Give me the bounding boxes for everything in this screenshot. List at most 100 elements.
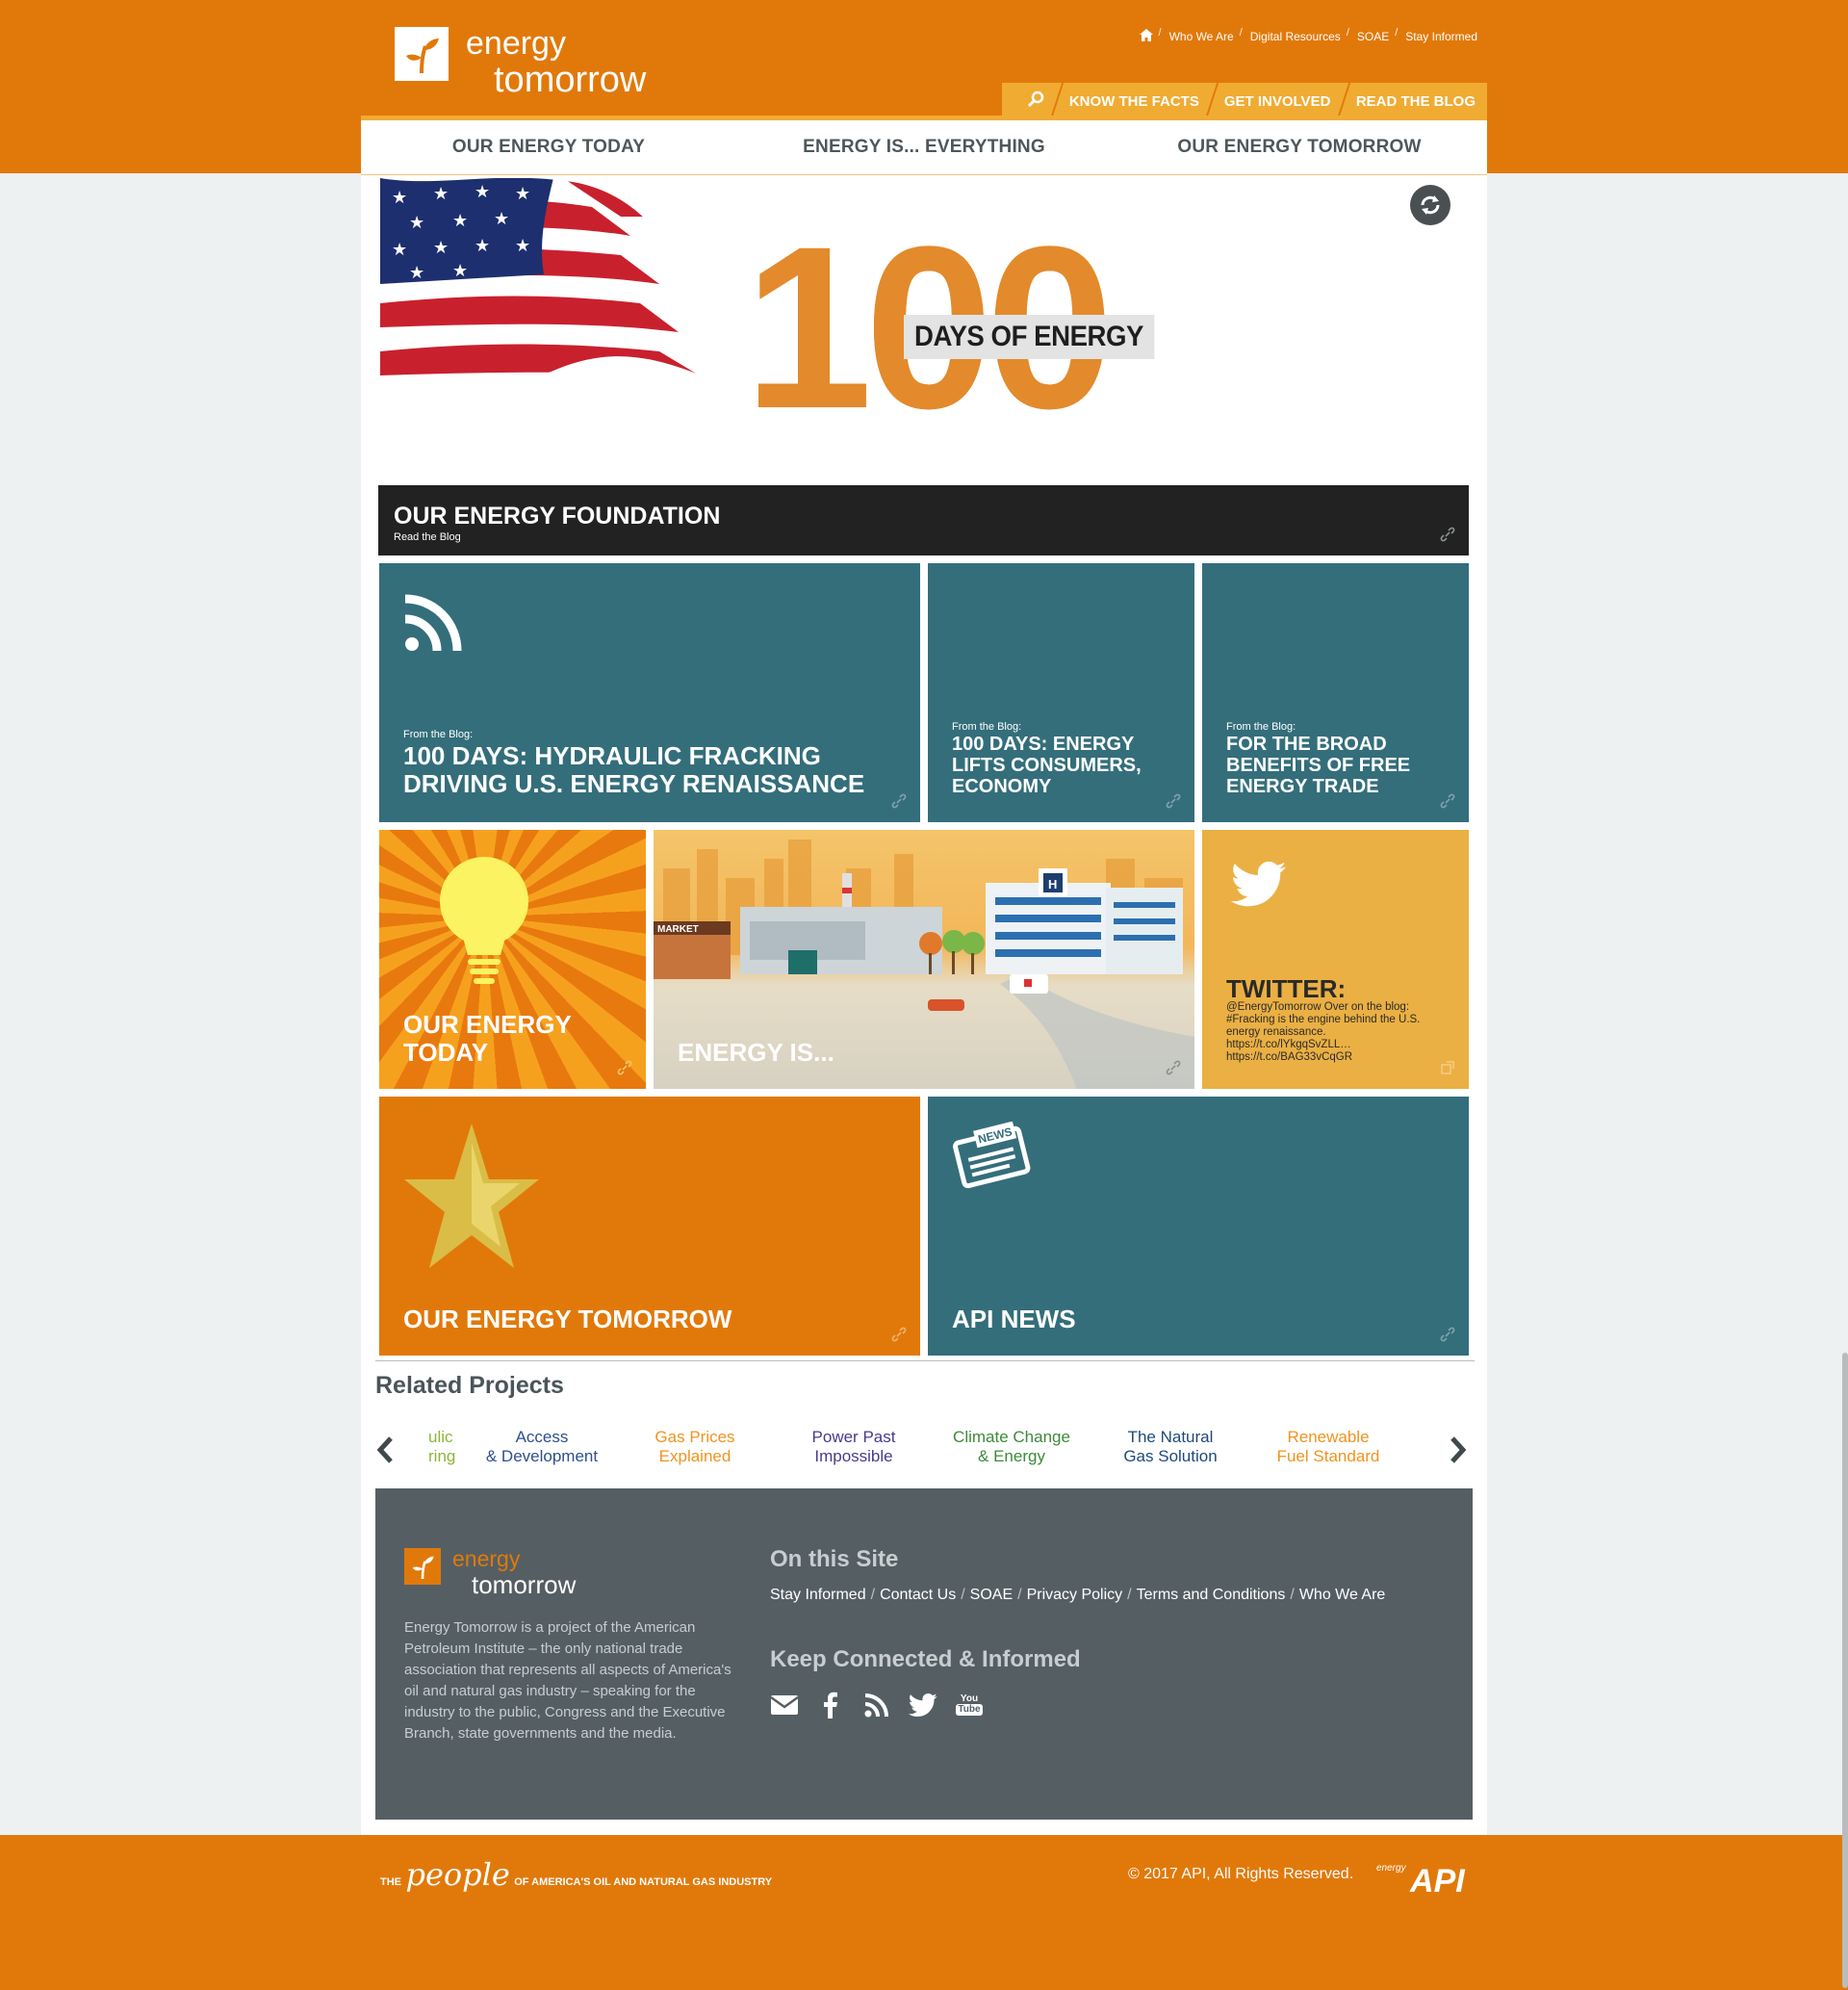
related-projects-title: Related Projects bbox=[375, 1372, 564, 1399]
blog-tile-title-line1: 100 DAYS: ENERGY bbox=[952, 734, 1135, 755]
footer-logo-line1: energy bbox=[452, 1546, 521, 1571]
related-item-renewable-fuel-standard[interactable]: Renewable Fuel Standard bbox=[1266, 1428, 1391, 1466]
util-link-digital-resources[interactable]: Digital Resources bbox=[1250, 30, 1341, 43]
footer-link-stay-informed[interactable]: Stay Informed bbox=[770, 1587, 866, 1603]
tile-twitter[interactable]: TWITTER: @EnergyTomorrow Over on the blo… bbox=[1202, 830, 1469, 1089]
util-link-soae[interactable]: SOAE bbox=[1357, 30, 1389, 43]
tweet-link1[interactable]: https://t.co/lYkgqSvZLL… bbox=[1226, 1039, 1351, 1050]
footer-link-who-we-are[interactable]: Who We Are bbox=[1299, 1587, 1386, 1603]
hero-banner[interactable]: ★ ★ ★ ★ ★ ★ ★ ★ ★ ★ ★ ★ ★ 100 DAYS OF ENERGY bbox=[380, 176, 1472, 465]
footer-logo-line2: tomorrow bbox=[472, 1570, 577, 1599]
footer-link-contact-us[interactable]: Contact Us bbox=[880, 1587, 956, 1603]
foundation-title: OUR ENERGY FOUNDATION bbox=[394, 503, 721, 530]
footer-logo-sprout-icon bbox=[404, 1548, 441, 1585]
search-icon bbox=[1027, 90, 1044, 112]
footer-site-title: On this Site bbox=[770, 1546, 899, 1572]
blog-tile-label: From the Blog: bbox=[1226, 721, 1296, 733]
tile-title: ENERGY IS... bbox=[678, 1038, 834, 1067]
related-item-natural-gas-solution[interactable]: The Natural Gas Solution bbox=[1108, 1428, 1233, 1466]
industry-tagline: THE people OF AMERICA'S OIL AND NATURAL … bbox=[380, 1856, 773, 1893]
related-carousel: ulic ring Access & Development Gas Prices E… bbox=[375, 1428, 1473, 1476]
blog-tile-label: From the Blog: bbox=[952, 721, 1022, 733]
lightbulb-icon bbox=[440, 857, 528, 984]
newspaper-icon: NEWS bbox=[953, 1122, 1031, 1189]
footer-description: Energy Tomorrow is a project of the Amer… bbox=[404, 1619, 732, 1742]
util-link-who-we-are[interactable]: Who We Are bbox=[1169, 30, 1234, 43]
section-nav-energy-is-everything[interactable]: ENERGY IS... EVERYTHING bbox=[736, 120, 1112, 174]
facebook-icon[interactable] bbox=[816, 1691, 845, 1719]
section-nav-our-energy-tomorrow[interactable]: OUR ENERGY TOMORROW bbox=[1112, 120, 1487, 174]
nav-know-the-facts[interactable]: KNOW THE FACTS bbox=[1050, 83, 1218, 119]
tile-title: API NEWS bbox=[952, 1305, 1076, 1333]
blog-tile-fracking[interactable]: From the Blog: 100 DAYS: HYDRAULIC FRACK… bbox=[379, 563, 920, 822]
related-item-climate-change[interactable]: Climate Change & Energy bbox=[939, 1428, 1084, 1466]
section-nav: OUR ENERGY TODAY ENERGY IS... EVERYTHING… bbox=[361, 116, 1487, 175]
blog-tile-free-energy-trade[interactable]: From the Blog: FOR THE BROAD BENEFITS OF… bbox=[1202, 563, 1469, 822]
hero-caption: DAYS OF ENERGY bbox=[904, 315, 1155, 359]
refresh-icon[interactable] bbox=[1410, 185, 1450, 225]
tile-title-line1: OUR ENERGY bbox=[403, 1010, 572, 1039]
bottom-band bbox=[0, 1835, 1848, 1990]
related-item-access-development[interactable]: Access & Development bbox=[479, 1428, 604, 1466]
tile-energy-is[interactable]: MARKET H ENERGY IS... bbox=[654, 830, 1194, 1089]
blog-tile-energy-lifts[interactable]: From the Blog: 100 DAYS: ENERGY LIFTS CO… bbox=[928, 563, 1194, 822]
home-icon[interactable] bbox=[1139, 29, 1153, 44]
nav-get-involved[interactable]: GET INVOLVED bbox=[1205, 83, 1349, 119]
footer-site-links: Stay Informed / Contact Us / SOAE / Privacy Po… bbox=[770, 1587, 1386, 1603]
american-flag-image: ★ ★ ★ ★ ★ ★ ★ ★ ★ ★ ★ ★ ★ bbox=[380, 178, 736, 391]
blog-tile-title-line3: ENERGY TRADE bbox=[1226, 776, 1379, 797]
related-item-hydraulic-fracturing[interactable]: ulic ring bbox=[342, 1428, 457, 1466]
tile-api-news[interactable]: NEWS API NEWS bbox=[928, 1097, 1469, 1356]
twitter-bird-icon bbox=[1231, 861, 1287, 907]
foundation-subtitle[interactable]: Read the Blog bbox=[394, 531, 461, 543]
svg-text:★: ★ bbox=[392, 240, 407, 260]
carousel-next-arrow-icon[interactable] bbox=[1449, 1435, 1468, 1464]
svg-text:★: ★ bbox=[433, 238, 449, 258]
footer-logo[interactable]: energy tomorrow bbox=[404, 1548, 576, 1597]
main-nav: KNOW THE FACTS GET INVOLVED READ THE BLO… bbox=[1002, 83, 1494, 119]
divider bbox=[375, 1360, 1475, 1361]
link-icon bbox=[1166, 793, 1181, 809]
logo-line2: tomorrow bbox=[494, 60, 647, 100]
youtube-icon[interactable]: You Tube bbox=[955, 1691, 984, 1719]
related-item-gas-prices[interactable]: Gas Prices Explained bbox=[637, 1428, 753, 1466]
svg-text:★: ★ bbox=[515, 184, 530, 204]
utility-nav: / Who We Are / Digital Resources / SOAE … bbox=[1139, 27, 1477, 44]
footer-link-soae[interactable]: SOAE bbox=[970, 1587, 1013, 1603]
twitter-icon[interactable] bbox=[909, 1691, 937, 1719]
related-item-power-past-impossible[interactable]: Power Past Impossible bbox=[796, 1428, 911, 1466]
svg-text:★: ★ bbox=[452, 261, 468, 281]
svg-text:★: ★ bbox=[494, 209, 509, 229]
tile-our-energy-today[interactable]: OUR ENERGY TODAY bbox=[379, 830, 646, 1089]
scrollbar[interactable] bbox=[1842, 1353, 1848, 1988]
link-icon bbox=[1440, 1327, 1455, 1342]
svg-text:H: H bbox=[1048, 877, 1057, 892]
svg-text:★: ★ bbox=[409, 213, 424, 233]
tile-title-line2: TODAY bbox=[403, 1038, 489, 1067]
header: energy tomorrow / Who We Are / Digital R… bbox=[361, 0, 1494, 119]
page-container: energy tomorrow / Who We Are / Digital R… bbox=[361, 0, 1494, 1835]
tile-our-energy-tomorrow[interactable]: OUR ENERGY TOMORROW bbox=[379, 1097, 920, 1356]
external-link-icon bbox=[1441, 1061, 1454, 1074]
email-icon[interactable] bbox=[770, 1691, 799, 1719]
energy-foundation-bar[interactable]: OUR ENERGY FOUNDATION Read the Blog bbox=[378, 485, 1469, 556]
nav-read-the-blog[interactable]: READ THE BLOG bbox=[1336, 83, 1494, 119]
logo-sprout-icon bbox=[395, 27, 449, 81]
market-sign: MARKET bbox=[657, 924, 699, 935]
link-icon bbox=[891, 1327, 907, 1342]
svg-text:★: ★ bbox=[409, 263, 424, 283]
tweet-line1: @EnergyTomorrow Over on the blog: bbox=[1226, 1001, 1410, 1013]
footer-link-terms[interactable]: Terms and Conditions bbox=[1137, 1587, 1286, 1603]
link-icon bbox=[1166, 1060, 1181, 1075]
util-link-stay-informed[interactable]: Stay Informed bbox=[1405, 30, 1477, 43]
rss-feed-icon[interactable] bbox=[862, 1691, 891, 1719]
svg-text:★: ★ bbox=[433, 184, 449, 204]
tweet-link2[interactable]: https://t.co/BAG33vCqGR bbox=[1226, 1051, 1352, 1063]
api-logo[interactable]: energy API bbox=[1376, 1863, 1465, 1900]
section-nav-our-energy-today[interactable]: OUR ENERGY TODAY bbox=[361, 120, 736, 174]
footer-link-privacy-policy[interactable]: Privacy Policy bbox=[1027, 1587, 1123, 1603]
svg-text:★: ★ bbox=[452, 211, 468, 231]
site-logo[interactable]: energy tomorrow bbox=[395, 27, 646, 98]
logo-line1: energy bbox=[466, 25, 566, 62]
star-icon bbox=[404, 1124, 539, 1268]
